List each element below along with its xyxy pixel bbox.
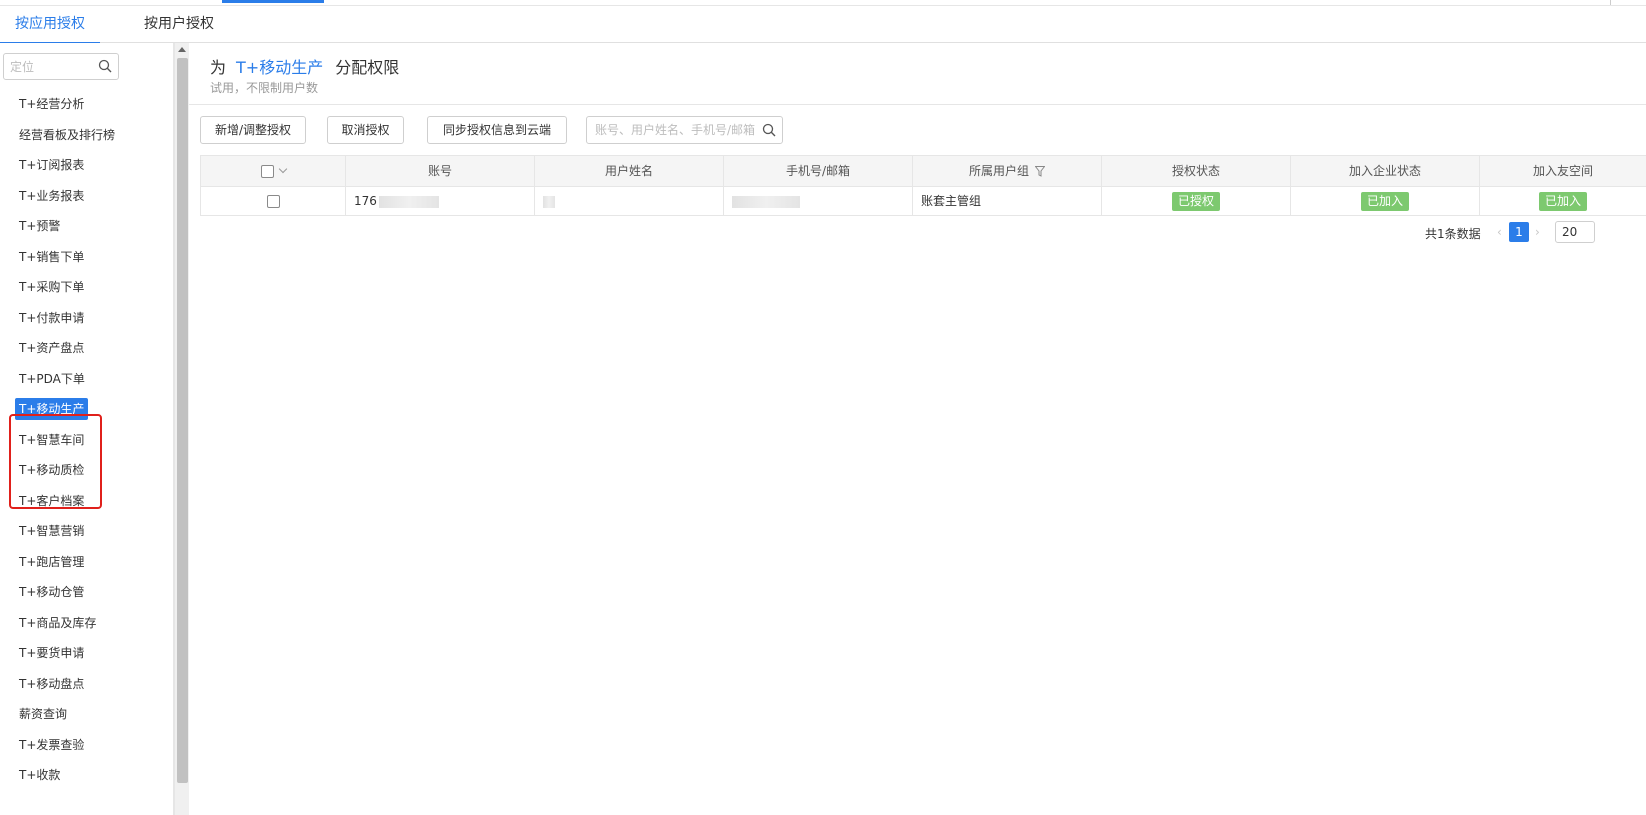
locate-input[interactable]	[4, 54, 94, 79]
sidebar-item[interactable]: T+预警	[19, 215, 60, 237]
sidebar-item[interactable]: T+智慧营销	[19, 520, 84, 542]
tab-by-user[interactable]: 按用户授权	[134, 6, 224, 43]
sidebar-item[interactable]: T+移动盘点	[19, 673, 84, 695]
row-select-cell	[200, 187, 345, 215]
cell-name	[534, 187, 723, 215]
page-size-select[interactable]: 20	[1555, 221, 1595, 243]
col-group[interactable]: 所属用户组	[912, 156, 1101, 186]
col-name[interactable]: 用户姓名	[534, 156, 723, 186]
redacted-contact	[732, 195, 800, 208]
sidebar-item[interactable]: T+收款	[19, 764, 60, 786]
page-subtitle: 试用，不限制用户数	[210, 81, 319, 95]
total-count: 共1条数据	[1425, 227, 1481, 241]
table-row[interactable]: 176 账套主管组 已授权 已加入 已加入	[200, 187, 1646, 216]
sidebar-item[interactable]: 经营看板及排行榜	[19, 124, 115, 146]
col-contact[interactable]: 手机号/邮箱	[723, 156, 912, 186]
filter-icon[interactable]	[1035, 166, 1045, 177]
tab-bar: 按应用授权 按用户授权	[0, 6, 1646, 44]
cell-contact	[723, 187, 912, 215]
sidebar-item[interactable]: T+销售下单	[19, 246, 84, 268]
user-search	[586, 116, 783, 144]
cell-account: 176	[345, 187, 534, 215]
page-1-button[interactable]: 1	[1509, 222, 1529, 242]
locate-search	[3, 53, 119, 80]
select-all-checkbox[interactable]	[260, 165, 274, 178]
highlight-box	[9, 414, 102, 509]
tab-by-app[interactable]: 按应用授权	[0, 6, 100, 44]
account-value: 176	[354, 194, 377, 208]
sidebar-item[interactable]: T+经营分析	[19, 93, 84, 115]
col-auth-status[interactable]: 授权状态	[1101, 156, 1290, 186]
title-prefix: 为	[210, 58, 227, 77]
cell-auth-status: 已授权	[1101, 187, 1290, 215]
search-icon[interactable]	[762, 123, 776, 137]
scroll-up-arrow-icon[interactable]	[178, 47, 186, 52]
col-space-status[interactable]: 加入友空间	[1479, 156, 1646, 186]
sidebar-item[interactable]: T+业务报表	[19, 185, 84, 207]
add-adjust-auth-button[interactable]: 新增/调整授权	[200, 116, 306, 144]
sidebar-item[interactable]: 薪资查询	[19, 703, 67, 725]
top-bar-divider	[1610, 0, 1611, 5]
col-group-label: 所属用户组	[968, 164, 1029, 178]
next-page-icon[interactable]: ›	[1535, 225, 1540, 239]
sidebar-item[interactable]: T+PDA下单	[19, 368, 85, 390]
sidebar-item[interactable]: T+发票查验	[19, 734, 84, 756]
sidebar-item[interactable]: T+商品及库存	[19, 612, 96, 634]
sidebar-item[interactable]: T+订阅报表	[19, 154, 84, 176]
col-enterprise-status[interactable]: 加入企业状态	[1290, 156, 1479, 186]
sidebar-scrollbar[interactable]	[174, 43, 189, 815]
cell-group: 账套主管组	[912, 187, 1101, 215]
sync-to-cloud-button[interactable]: 同步授权信息到云端	[427, 116, 567, 144]
redacted-account	[378, 195, 439, 208]
title-suffix: 分配权限	[335, 58, 400, 77]
search-icon[interactable]	[98, 59, 112, 73]
cancel-auth-button[interactable]: 取消授权	[327, 116, 404, 144]
col-account[interactable]: 账号	[345, 156, 534, 186]
sidebar-item[interactable]: T+资产盘点	[19, 337, 84, 359]
chevron-down-icon[interactable]	[278, 164, 287, 174]
row-checkbox[interactable]	[266, 195, 280, 208]
space-status-badge: 已加入	[1538, 192, 1587, 211]
user-search-input[interactable]	[587, 117, 757, 143]
sidebar-item[interactable]: T+付款申请	[19, 307, 84, 329]
scroll-thumb[interactable]	[177, 58, 188, 783]
sidebar-item[interactable]: T+要货申请	[19, 642, 84, 664]
page-title: 为 T+移动生产 分配权限	[210, 54, 399, 78]
cell-enterprise-status: 已加入	[1290, 187, 1479, 215]
redacted-name	[543, 195, 555, 208]
sidebar-item[interactable]: T+移动仓管	[19, 581, 84, 603]
auth-status-badge: 已授权	[1171, 192, 1220, 211]
prev-page-icon[interactable]: ‹	[1497, 225, 1502, 239]
users-table: 账号 用户姓名 手机号/邮箱 所属用户组 授权状态 加入企业状态 加入友空间 1…	[200, 155, 1646, 216]
select-all-cell	[200, 156, 345, 186]
title-app-name: T+移动生产	[236, 58, 324, 77]
cell-space-status: 已加入	[1479, 187, 1646, 215]
sidebar-item[interactable]: T+跑店管理	[19, 551, 84, 573]
sidebar-item[interactable]: T+采购下单	[19, 276, 84, 298]
page-header: 为 T+移动生产 分配权限 试用，不限制用户数	[189, 43, 1646, 105]
table-header: 账号 用户姓名 手机号/邮箱 所属用户组 授权状态 加入企业状态 加入友空间	[200, 156, 1646, 187]
enterprise-status-badge: 已加入	[1360, 192, 1409, 211]
main-panel: 为 T+移动生产 分配权限 试用，不限制用户数 新增/调整授权 取消授权 同步授权信…	[189, 43, 1646, 815]
top-bar-accent	[222, 0, 324, 3]
